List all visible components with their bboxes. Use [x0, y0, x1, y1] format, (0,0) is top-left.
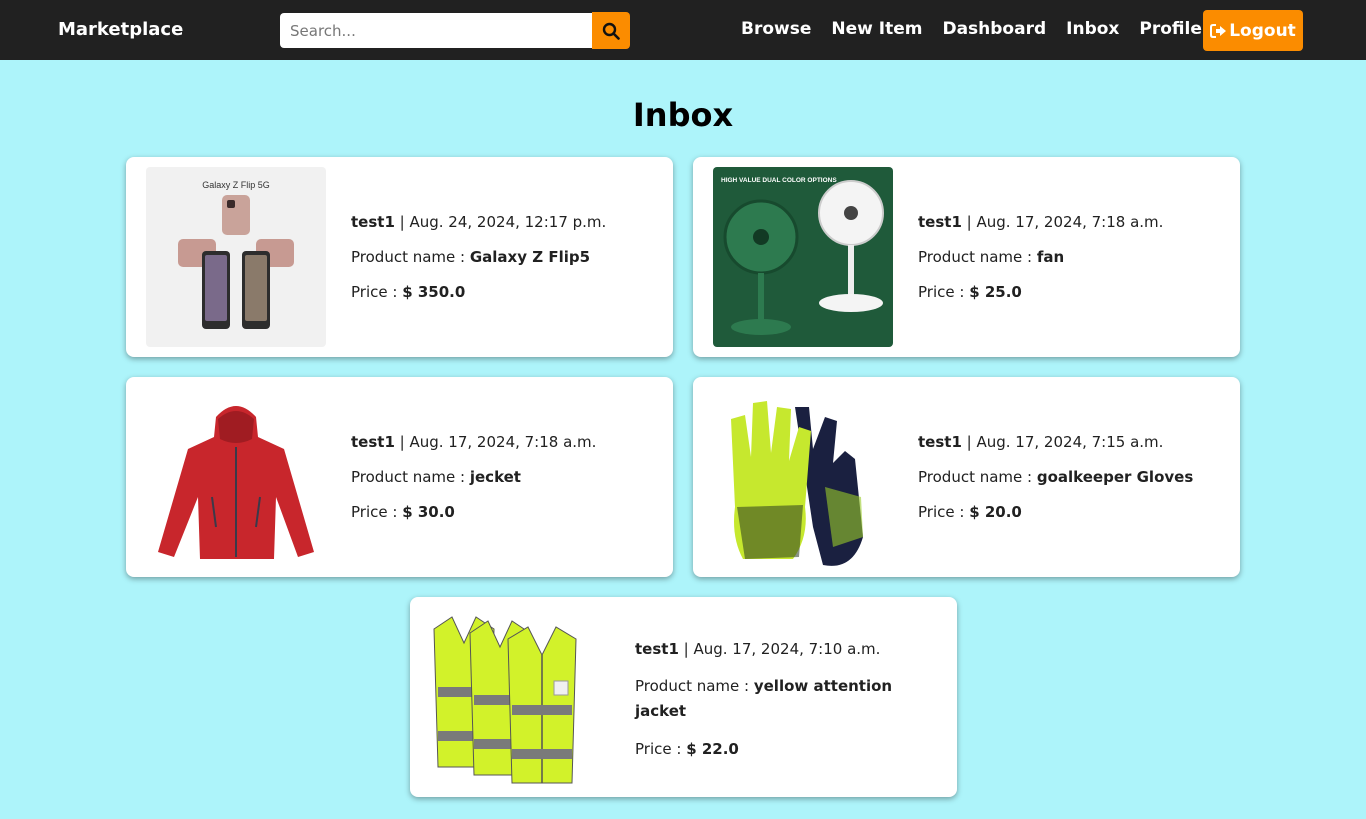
- product-price: $ 20.0: [969, 503, 1022, 521]
- message-info: test1 | Aug. 17, 2024, 7:18 a.m. Product…: [351, 433, 597, 521]
- page-title: Inbox: [632, 96, 734, 134]
- message-date: Aug. 17, 2024, 7:18 a.m.: [409, 433, 597, 451]
- brand-link[interactable]: Marketplace: [58, 19, 183, 40]
- product-name: Galaxy Z Flip5: [469, 248, 591, 266]
- image-caption: Galaxy Z Flip 5G: [202, 180, 270, 190]
- message-card[interactable]: HIGH VALUE DUAL COLOR OPTIONS test1 | Au…: [693, 157, 1240, 357]
- message-card[interactable]: test1 | Aug. 17, 2024, 7:10 a.m. Product…: [410, 597, 957, 797]
- product-name: jecket: [469, 468, 521, 486]
- message-info: test1 | Aug. 17, 2024, 7:10 a.m. Product…: [635, 640, 893, 758]
- message-date: Aug. 17, 2024, 7:18 a.m.: [976, 213, 1164, 231]
- product-name: goalkeeper Gloves: [1036, 468, 1194, 486]
- message-date: Aug. 24, 2024, 12:17 p.m.: [409, 213, 607, 231]
- sender-name: test1: [918, 433, 962, 451]
- search-input[interactable]: [280, 13, 592, 48]
- product-image: [430, 607, 610, 787]
- image-caption: HIGH VALUE DUAL COLOR OPTIONS: [721, 177, 837, 184]
- nav-links: Browse New Item Dashboard Inbox Profile: [741, 19, 1222, 39]
- product-price: $ 25.0: [969, 283, 1022, 301]
- sender-name: test1: [918, 213, 962, 231]
- message-info: test1 | Aug. 17, 2024, 7:18 a.m. Product…: [918, 213, 1164, 301]
- sender-name: test1: [635, 640, 679, 658]
- product-image: Galaxy Z Flip 5G: [146, 167, 326, 347]
- product-name: fan: [1036, 248, 1065, 266]
- nav-new-item[interactable]: New Item: [831, 19, 922, 39]
- message-date: Aug. 17, 2024, 7:15 a.m.: [976, 433, 1164, 451]
- message-card[interactable]: test1 | Aug. 17, 2024, 7:15 a.m. Product…: [693, 377, 1240, 577]
- search-form: [280, 12, 630, 49]
- nav-profile[interactable]: Profile: [1139, 19, 1201, 39]
- product-price: $ 22.0: [686, 740, 739, 758]
- nav-inbox[interactable]: Inbox: [1066, 19, 1119, 39]
- sender-name: test1: [351, 433, 395, 451]
- message-info: test1 | Aug. 24, 2024, 12:17 p.m. Produc…: [351, 213, 607, 301]
- logout-icon: [1210, 23, 1227, 38]
- message-date: Aug. 17, 2024, 7:10 a.m.: [693, 640, 881, 658]
- message-info: test1 | Aug. 17, 2024, 7:15 a.m. Product…: [918, 433, 1194, 521]
- nav-dashboard[interactable]: Dashboard: [942, 19, 1046, 39]
- logout-label: Logout: [1229, 20, 1296, 41]
- product-price: $ 30.0: [402, 503, 455, 521]
- logout-button[interactable]: Logout: [1203, 10, 1303, 51]
- navbar: Marketplace Browse New Item Dashboard In…: [0, 0, 1366, 60]
- message-card[interactable]: test1 | Aug. 17, 2024, 7:18 a.m. Product…: [126, 377, 673, 577]
- nav-browse[interactable]: Browse: [741, 19, 811, 39]
- product-image: [146, 387, 326, 567]
- search-icon: [602, 22, 620, 40]
- product-price: $ 350.0: [402, 283, 466, 301]
- message-card[interactable]: Galaxy Z Flip 5G test1 | Aug. 24, 2024, …: [126, 157, 673, 357]
- sender-name: test1: [351, 213, 395, 231]
- product-image: [713, 387, 893, 567]
- product-image: HIGH VALUE DUAL COLOR OPTIONS: [713, 167, 893, 347]
- search-button[interactable]: [592, 12, 630, 49]
